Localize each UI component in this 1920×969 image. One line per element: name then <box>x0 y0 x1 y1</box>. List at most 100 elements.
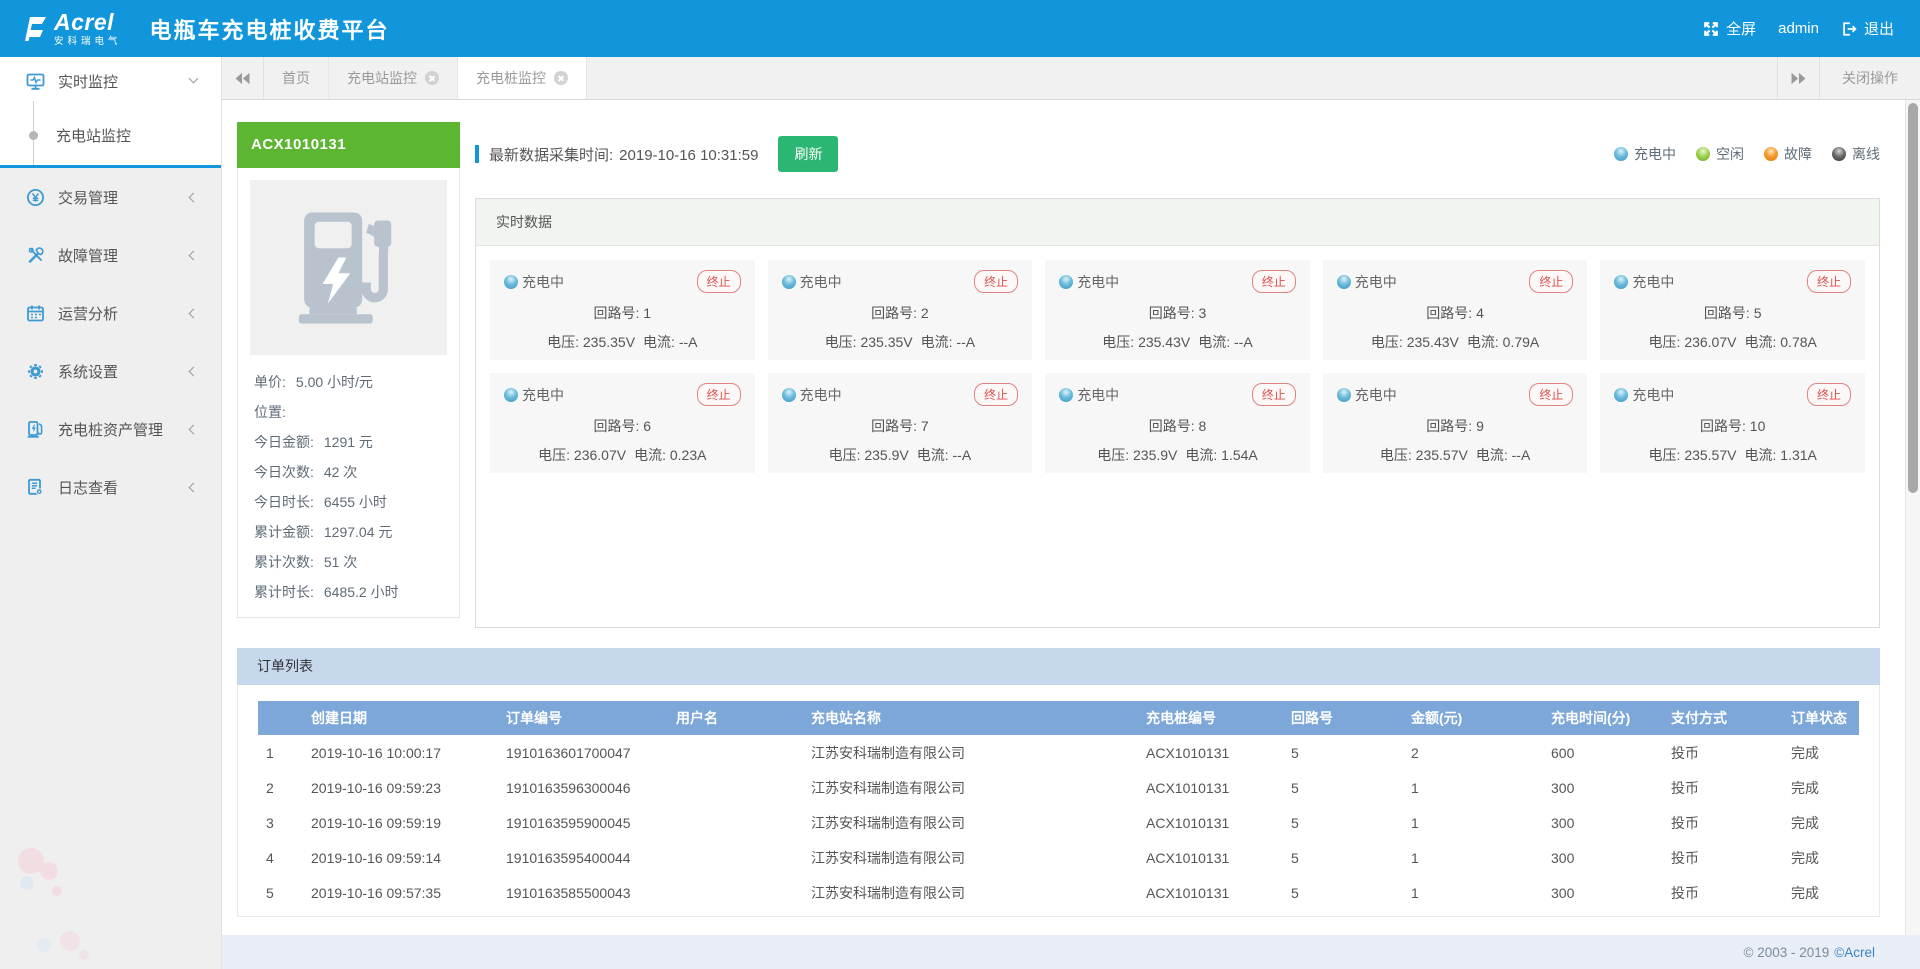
col-user: 用户名 <box>668 701 803 735</box>
orders-header-row: 创建日期 订单编号 用户名 充电站名称 充电桩编号 回路号 金额(元) 充电时间… <box>258 701 1859 735</box>
sidebar-item-logs[interactable]: 日志查看 <box>0 458 221 516</box>
col-create-date: 创建日期 <box>303 701 498 735</box>
channel-card: 充电中终止 回路号: 9 电压: 235.57V电流: --A <box>1323 373 1588 473</box>
volt-current: 电压: 235.43V电流: 0.79A <box>1337 332 1574 352</box>
tab-station-monitor[interactable]: 充电站监控 <box>329 57 458 99</box>
loop-number: 回路号: 1 <box>504 303 741 323</box>
sidebar-item-settings[interactable]: 系统设置 <box>0 342 221 400</box>
fault-status-icon <box>1764 147 1778 161</box>
sidebar-item-label: 交易管理 <box>58 187 118 208</box>
stop-button[interactable]: 终止 <box>974 383 1018 406</box>
top-header: Acrel 安科瑞电气 电瓶车充电桩收费平台 全屏 admin 退出 <box>0 0 1920 57</box>
volt-current: 电压: 236.07V电流: 0.23A <box>504 445 741 465</box>
channel-card: 充电中终止 回路号: 2 电压: 235.35V电流: --A <box>768 260 1033 360</box>
chevron-left-icon <box>189 250 199 260</box>
channel-card: 充电中终止 回路号: 8 电压: 235.9V电流: 1.54A <box>1045 373 1310 473</box>
charging-status-icon <box>504 275 518 289</box>
logout-button[interactable]: 退出 <box>1841 18 1894 39</box>
collect-time: 最新数据采集时间:2019-10-16 10:31:59 <box>489 144 758 165</box>
charging-status-icon <box>504 388 518 402</box>
stop-button[interactable]: 终止 <box>974 270 1018 293</box>
stat-unit-price: 单价:5.00 小时/元 <box>250 367 447 397</box>
acrel-logo-icon <box>22 14 48 44</box>
sidebar-item-analysis[interactable]: 运营分析 <box>0 284 221 342</box>
col-amount: 金额(元) <box>1403 701 1543 735</box>
fullscreen-button[interactable]: 全屏 <box>1703 18 1756 39</box>
acrel-logo: Acrel 安科瑞电气 <box>22 11 122 47</box>
chevron-down-icon <box>189 74 199 84</box>
stop-button[interactable]: 终止 <box>697 383 741 406</box>
sidebar-item-transactions[interactable]: 交易管理 <box>0 168 221 226</box>
col-station-name: 充电站名称 <box>803 701 1138 735</box>
chevron-left-icon <box>189 308 199 318</box>
close-tab-icon[interactable] <box>554 71 568 85</box>
monitor-icon <box>26 72 45 91</box>
main-content: ACX1010131 <box>222 100 1920 935</box>
close-tab-icon[interactable] <box>425 71 439 85</box>
fault-icon <box>26 246 45 265</box>
tab-pile-monitor[interactable]: 充电桩监控 <box>458 57 587 99</box>
refresh-button[interactable]: 刷新 <box>778 136 838 172</box>
stop-button[interactable]: 终止 <box>1529 383 1573 406</box>
stat-today-count: 今日次数:42 次 <box>250 457 447 487</box>
logout-label: 退出 <box>1864 18 1894 39</box>
sidebar-subitem-label: 充电站监控 <box>0 125 131 146</box>
charging-status-icon <box>1614 275 1628 289</box>
tabs-scroll-right-button[interactable] <box>1777 57 1819 99</box>
stop-button[interactable]: 终止 <box>1529 270 1573 293</box>
orders-panel: 订单列表 创建日期 订单编号 用户名 <box>237 648 1880 917</box>
stop-button[interactable]: 终止 <box>1252 383 1296 406</box>
legend-offline: 离线 <box>1832 144 1880 164</box>
realtime-data-title: 实时数据 <box>476 199 1879 246</box>
vertical-scrollbar[interactable] <box>1905 100 1920 935</box>
sidebar-item-faults[interactable]: 故障管理 <box>0 226 221 284</box>
stat-today-duration: 今日时长:6455 小时 <box>250 487 447 517</box>
sidebar-item-station-monitor[interactable]: 充电站监控 <box>0 105 221 165</box>
footer: © 2003 - 2019 ©Acrel <box>222 935 1920 969</box>
channel-card: 充电中终止 回路号: 10 电压: 235.57V电流: 1.31A <box>1600 373 1865 473</box>
col-loop-no: 回路号 <box>1283 701 1403 735</box>
channel-card: 充电中终止 回路号: 3 电压: 235.43V电流: --A <box>1045 260 1310 360</box>
idle-status-icon <box>1696 147 1710 161</box>
stop-button[interactable]: 终止 <box>1807 383 1851 406</box>
channel-card: 充电中终止 回路号: 4 电压: 235.43V电流: 0.79A <box>1323 260 1588 360</box>
channel-card: 充电中终止 回路号: 7 电压: 235.9V电流: --A <box>768 373 1033 473</box>
loop-number: 回路号: 9 <box>1337 416 1574 436</box>
tabs-scroll-left-button[interactable] <box>222 57 264 99</box>
sidebar-item-label: 充电桩资产管理 <box>58 419 163 440</box>
loop-number: 回路号: 7 <box>782 416 1019 436</box>
volt-current: 电压: 235.57V电流: --A <box>1337 445 1574 465</box>
app-window: Acrel 安科瑞电气 电瓶车充电桩收费平台 全屏 admin 退出 <box>0 0 1920 969</box>
user-menu[interactable]: admin <box>1778 20 1819 37</box>
sidebar-item-realtime-monitor[interactable]: 实时监控 <box>0 57 221 105</box>
tab-home[interactable]: 首页 <box>264 57 329 99</box>
station-panel: ACX1010131 <box>237 122 460 628</box>
loop-number: 回路号: 3 <box>1059 303 1296 323</box>
tab-label: 充电桩监控 <box>476 68 546 88</box>
legend-charging: 充电中 <box>1614 144 1676 164</box>
scrollbar-thumb[interactable] <box>1908 103 1918 493</box>
orders-table: 创建日期 订单编号 用户名 充电站名称 充电桩编号 回路号 金额(元) 充电时间… <box>258 701 1859 910</box>
chevron-left-icon <box>189 482 199 492</box>
stat-total-count: 累计次数:51 次 <box>250 547 447 577</box>
stat-location: 位置: <box>250 397 447 427</box>
acrel-footer-link[interactable]: ©Acrel <box>1834 945 1875 960</box>
copyright-text: © 2003 - 2019 <box>1744 945 1830 960</box>
col-pile-no: 充电桩编号 <box>1138 701 1283 735</box>
username: admin <box>1778 20 1819 37</box>
sidebar-item-label: 故障管理 <box>58 245 118 266</box>
stop-button[interactable]: 终止 <box>1252 270 1296 293</box>
sidebar-item-label: 实时监控 <box>58 71 118 92</box>
offline-status-icon <box>1832 147 1846 161</box>
stop-button[interactable]: 终止 <box>697 270 741 293</box>
charging-status-icon <box>1337 388 1351 402</box>
volt-current: 电压: 235.57V电流: 1.31A <box>1614 445 1851 465</box>
stop-button[interactable]: 终止 <box>1807 270 1851 293</box>
station-id: ACX1010131 <box>237 122 460 168</box>
close-operations-menu[interactable]: 关闭操作 <box>1819 57 1920 99</box>
charging-status-icon <box>1059 275 1073 289</box>
volt-current: 电压: 235.9V电流: --A <box>782 445 1019 465</box>
charging-pile-illustration <box>250 180 447 355</box>
sidebar-item-pile-assets[interactable]: 充电桩资产管理 <box>0 400 221 458</box>
realtime-data-panel: 实时数据 充电中终止 回路号: 1 电压: 235.35V电流: --A 充电中… <box>475 198 1880 628</box>
